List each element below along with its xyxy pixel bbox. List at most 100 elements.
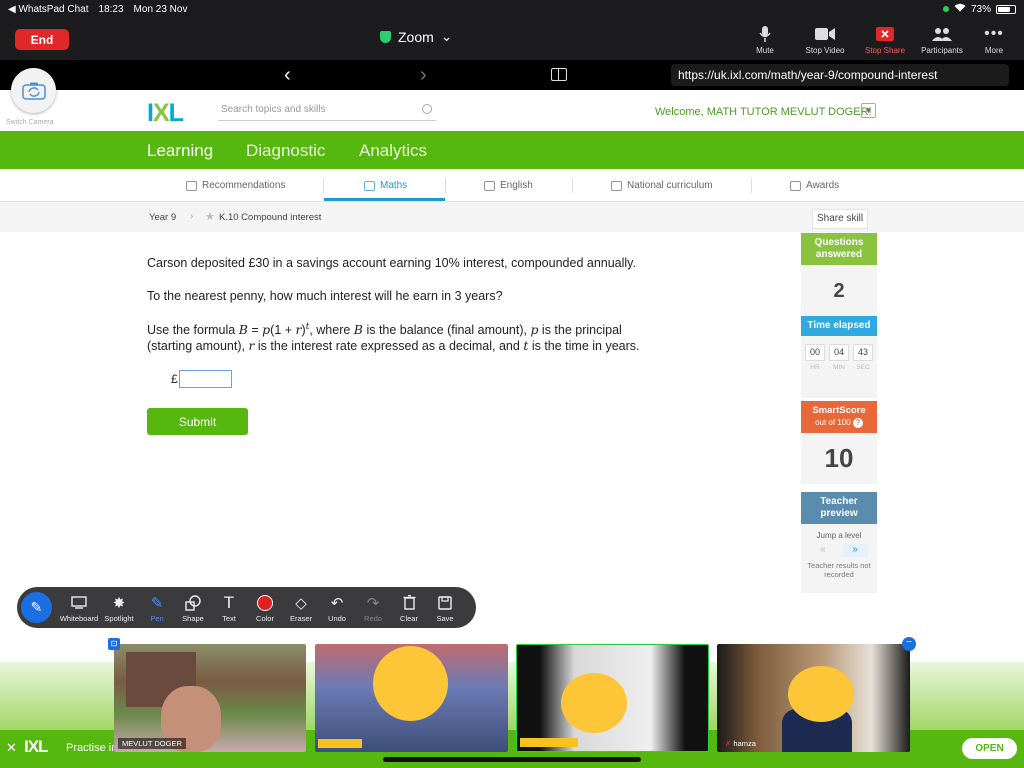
- jump-level-label: Jump a level: [816, 531, 862, 540]
- tab-label: Maths: [380, 180, 408, 191]
- tab-maths[interactable]: Maths: [364, 180, 407, 191]
- help-icon[interactable]: ?: [852, 418, 863, 428]
- jump-forward-button[interactable]: »: [842, 544, 868, 557]
- formula-text: , where: [309, 323, 354, 338]
- battery-icon: [996, 4, 1016, 14]
- questions-answered-count: 2: [833, 280, 845, 302]
- tool-whiteboard[interactable]: Whiteboard: [57, 593, 101, 623]
- formula-text: is the interest rate expressed as a deci…: [254, 339, 524, 353]
- min-label: MIN: [833, 364, 845, 371]
- clock: 18:23: [98, 3, 124, 15]
- more-label: More: [984, 46, 1004, 55]
- account-dropdown-icon[interactable]: ▼: [861, 103, 876, 118]
- video-tile[interactable]: [315, 644, 508, 752]
- video-tile[interactable]: [516, 644, 709, 752]
- formula-text: Use the formula: [147, 323, 239, 338]
- jump-back-button[interactable]: «: [810, 544, 836, 557]
- search-placeholder: Search topics and skills: [221, 104, 326, 115]
- gallery-pin-icon[interactable]: ⊡: [108, 638, 120, 650]
- teacher-preview-panel: Teacher preview Jump a level « » Teacher…: [801, 492, 877, 593]
- logo-x: X: [152, 99, 170, 127]
- tool-label: Color: [256, 614, 274, 623]
- answer-input[interactable]: [179, 370, 232, 388]
- tool-label: Whiteboard: [59, 614, 99, 623]
- home-indicator[interactable]: [383, 757, 641, 762]
- mute-label: Mute: [756, 46, 774, 55]
- time-elapsed-panel: Time elapsed 00 04 43 HR MIN SEC: [801, 316, 877, 398]
- teacher-results-note: Teacher results not recorded: [807, 561, 871, 579]
- whiteboard-icon: [57, 593, 101, 612]
- logo-l: L: [168, 99, 184, 127]
- participant-name-redacted: [318, 739, 362, 748]
- chevron-down-icon: ⌄: [440, 28, 453, 44]
- currency-symbol: £: [171, 372, 178, 386]
- nav-diagnostic[interactable]: Diagnostic: [246, 141, 325, 161]
- forward-chevron-icon[interactable]: ›: [420, 64, 427, 87]
- time-minutes: 04: [829, 344, 849, 361]
- participants-icon: [931, 24, 953, 44]
- search-input[interactable]: Search topics and skills: [218, 101, 436, 121]
- participants-button[interactable]: Participants: [912, 24, 972, 55]
- tool-save[interactable]: Save: [423, 593, 467, 623]
- zoom-toolbar: End Zoom ⌄ Mute Stop Video Stop Share Pa…: [0, 18, 1024, 60]
- stop-share-icon: [876, 24, 894, 44]
- formula-text: is the principal: [538, 323, 622, 338]
- url-bar[interactable]: https://uk.ixl.com/math/year-9/compound-…: [671, 64, 1009, 86]
- open-app-button[interactable]: OPEN: [962, 738, 1017, 759]
- time-hours: 00: [805, 344, 825, 361]
- smartscore-panel: SmartScore out of 100 ? 10: [801, 401, 877, 484]
- active-tab-underline: [324, 198, 445, 201]
- formula-var: p: [262, 322, 271, 338]
- date: Mon 23 Nov: [133, 3, 188, 15]
- maths-icon: [364, 180, 375, 191]
- smartscore-sub-label: out of 100: [815, 418, 851, 427]
- close-banner-icon[interactable]: ✕: [6, 740, 17, 756]
- participant-name-redacted: [520, 738, 578, 747]
- stop-video-label: Stop Video: [805, 46, 845, 55]
- zoom-meeting-title[interactable]: Zoom ⌄: [380, 28, 453, 45]
- tool-label: Redo: [364, 614, 382, 623]
- breadcrumb: Year 9 › ★ K.10 Compound interest Share …: [0, 202, 1024, 232]
- encryption-shield-icon: [380, 30, 391, 43]
- participant-name-text: hamza: [733, 739, 756, 748]
- nav-learning[interactable]: Learning: [147, 141, 213, 161]
- tab-national-curriculum[interactable]: National curriculum: [611, 180, 713, 191]
- breadcrumb-chevron-icon: ›: [190, 211, 194, 222]
- search-icon[interactable]: [422, 104, 432, 114]
- mute-button[interactable]: Mute: [735, 24, 795, 55]
- stop-video-button[interactable]: Stop Video: [795, 24, 855, 55]
- video-tile[interactable]: MEVLUT DOGER: [114, 644, 306, 752]
- back-chevron-icon[interactable]: ‹: [284, 64, 291, 87]
- breadcrumb-year[interactable]: Year 9: [149, 212, 176, 223]
- share-skill-button[interactable]: Share skill: [812, 209, 869, 229]
- participant-name: ✗ hamza: [721, 738, 760, 749]
- redacted-face: [788, 666, 854, 722]
- submit-button[interactable]: Submit: [147, 408, 248, 435]
- annotate-pencil-icon[interactable]: ✎: [21, 592, 52, 623]
- switch-camera-button[interactable]: [11, 68, 56, 113]
- more-button[interactable]: ••• More: [964, 24, 1024, 55]
- formula-text: =: [247, 323, 263, 338]
- end-meeting-button[interactable]: End: [15, 29, 69, 50]
- tool-label: Spotlight: [104, 614, 134, 623]
- tab-english[interactable]: English: [484, 180, 533, 191]
- tab-label: Awards: [806, 180, 840, 191]
- switch-camera-label: Switch Camera: [6, 119, 54, 126]
- tab-recommendations[interactable]: Recommendations: [186, 180, 285, 191]
- tab-divider: [445, 178, 446, 193]
- formula-text: (starting amount),: [147, 339, 249, 353]
- video-camera-icon: [815, 24, 835, 44]
- welcome-message[interactable]: Welcome, MATH TUTOR MEVLUT DOGER!: [655, 106, 872, 118]
- stop-share-button[interactable]: Stop Share: [855, 24, 915, 55]
- banner-text: Practise in: [66, 742, 118, 754]
- collapse-gallery-icon[interactable]: −: [902, 637, 916, 651]
- split-view-icon[interactable]: [551, 68, 567, 81]
- formula-text: is the time in years.: [528, 339, 640, 353]
- video-tile[interactable]: ✗ hamza: [717, 644, 910, 752]
- back-to-app-link[interactable]: ◀ WhatsPad Chat: [8, 4, 89, 15]
- nav-analytics[interactable]: Analytics: [359, 141, 427, 161]
- tab-label: Recommendations: [202, 180, 286, 191]
- tab-awards[interactable]: Awards: [790, 180, 839, 191]
- star-icon: ★: [205, 211, 215, 223]
- ixl-logo[interactable]: IXL: [147, 99, 184, 128]
